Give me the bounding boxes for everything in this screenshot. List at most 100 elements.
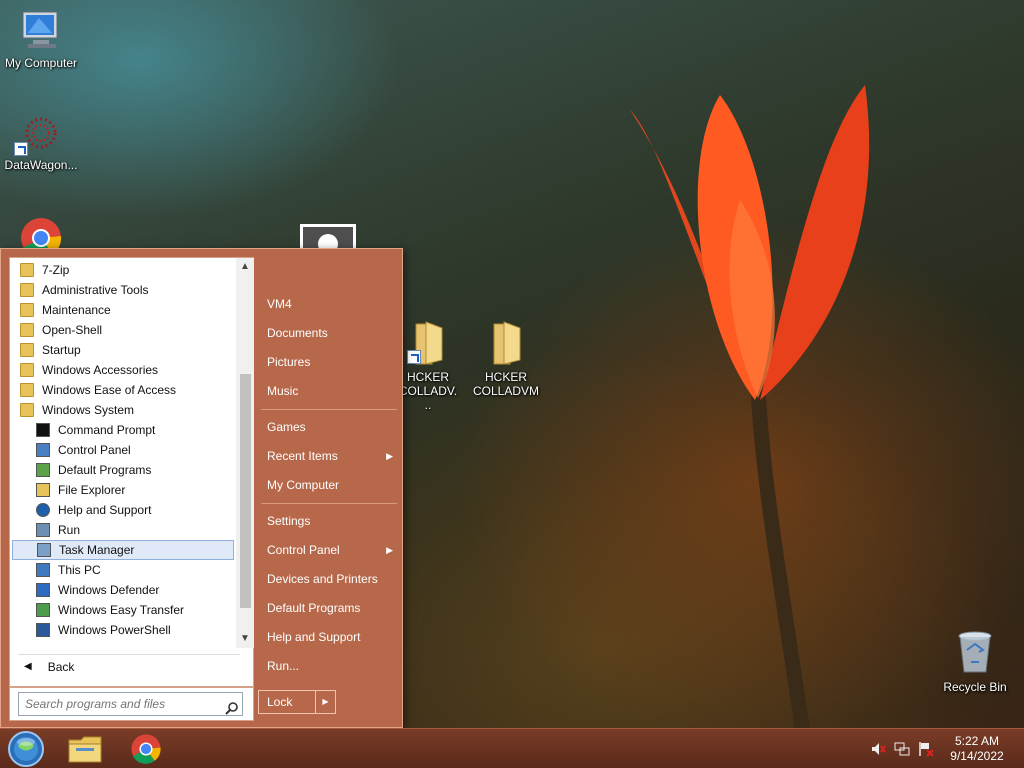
right-menu-item[interactable]: Settings [259, 508, 399, 534]
folder-icon [20, 383, 34, 397]
desktop-icon-label: DataWagon... [4, 158, 78, 172]
program-label: Open-Shell [42, 323, 103, 337]
right-menu-item[interactable]: Default Programs [259, 595, 399, 621]
volume-muted-icon[interactable] [870, 741, 886, 757]
lock-button[interactable]: Lock ▶ [258, 690, 336, 714]
clock[interactable]: 5:22 AM 9/14/2022 [942, 734, 1012, 764]
program-item[interactable]: Windows Accessories [12, 360, 234, 380]
program-item[interactable]: Command Prompt [12, 420, 234, 440]
submenu-arrow-icon: ▶ [386, 544, 393, 555]
program-item[interactable]: Task Manager [12, 540, 234, 560]
search-input[interactable] [18, 692, 243, 716]
taskbar-chrome[interactable] [130, 733, 164, 765]
scroll-down-icon[interactable]: ▼ [236, 630, 254, 648]
folder-icon [20, 363, 34, 377]
program-label: Windows Accessories [42, 363, 159, 377]
program-item[interactable]: Open-Shell [12, 320, 234, 340]
powershell-icon [36, 623, 50, 637]
right-menu-item[interactable]: Pictures [259, 349, 399, 375]
action-center-icon[interactable] [918, 741, 934, 757]
command-prompt-icon [36, 423, 50, 437]
help-icon [36, 503, 50, 517]
folder-icon [20, 403, 34, 417]
program-label: Default Programs [58, 463, 152, 477]
folder-icon [20, 323, 34, 337]
program-item[interactable]: File Explorer [12, 480, 234, 500]
program-item[interactable]: Windows PowerShell [12, 620, 234, 640]
folder-icon [20, 343, 34, 357]
lock-options-arrow-icon[interactable]: ▶ [315, 691, 335, 713]
right-menu-label: Games [267, 420, 306, 434]
taskbar-file-explorer[interactable] [66, 732, 104, 766]
right-menu-label: Help and Support [267, 630, 361, 644]
program-item[interactable]: Maintenance [12, 300, 234, 320]
program-item[interactable]: Administrative Tools [12, 280, 234, 300]
right-menu-item[interactable]: Devices and Printers [259, 566, 399, 592]
program-label: Windows PowerShell [58, 623, 171, 637]
file-explorer-icon [36, 483, 50, 497]
desktop-icon-hcker-colladvm[interactable]: HCKER COLLADVM [465, 320, 547, 398]
submenu-arrow-icon: ▶ [386, 450, 393, 461]
clock-date: 9/14/2022 [950, 749, 1004, 763]
right-menu-item[interactable]: Run... [259, 653, 399, 679]
search-box[interactable] [9, 687, 254, 721]
program-item[interactable]: Run [12, 520, 234, 540]
program-item[interactable]: Windows Defender [12, 580, 234, 600]
program-item[interactable]: Startup [12, 340, 234, 360]
program-item[interactable]: Default Programs [12, 460, 234, 480]
program-item[interactable]: Windows Easy Transfer [12, 600, 234, 620]
control-panel-icon [36, 443, 50, 457]
program-item[interactable]: This PC [12, 560, 234, 580]
desktop-icon-label: HCKER COLLADV... [398, 370, 458, 412]
right-menu-item[interactable]: Games [259, 414, 399, 440]
program-label: Help and Support [58, 503, 152, 517]
default-programs-icon [36, 463, 50, 477]
program-item[interactable]: Control Panel [12, 440, 234, 460]
search-icon[interactable] [225, 701, 239, 715]
program-label: Windows Defender [58, 583, 160, 597]
program-item[interactable]: Windows System [12, 400, 234, 420]
right-menu-item[interactable]: Recent Items ▶ [259, 443, 399, 469]
run-icon [36, 523, 50, 537]
right-menu-item[interactable]: Music [259, 378, 399, 404]
start-menu-right-pane: VM4 Documents Pictures Music Games Recent Ite… [259, 249, 399, 729]
right-menu-item[interactable]: VM4 [259, 291, 399, 317]
programs-list: 7-Zip Administrative Tools Maintenance Open… [9, 257, 254, 687]
back-button[interactable]: ◀ Back [18, 654, 240, 678]
right-menu-item[interactable]: Help and Support [259, 624, 399, 650]
scroll-thumb[interactable] [240, 374, 251, 608]
right-menu-item[interactable]: My Computer [259, 472, 399, 498]
program-item[interactable]: Help and Support [12, 500, 234, 520]
scroll-up-icon[interactable]: ▲ [236, 258, 254, 276]
folder-icon [20, 263, 34, 277]
right-menu-label: Documents [267, 326, 328, 340]
shortcut-arrow-icon [407, 350, 421, 364]
desktop-icon-datawagon[interactable]: DataWagon... [0, 112, 82, 172]
folder-icon [493, 321, 521, 365]
chrome-icon [131, 734, 161, 764]
program-label: Windows Ease of Access [42, 383, 177, 397]
right-menu-label: Pictures [267, 355, 311, 369]
right-menu-item[interactable]: Documents [259, 320, 399, 346]
program-label: Windows System [42, 403, 135, 417]
program-item[interactable]: Windows Ease of Access [12, 380, 234, 400]
this-pc-icon [36, 563, 50, 577]
network-icon[interactable] [894, 741, 910, 757]
menu-separator [261, 503, 397, 504]
right-menu-item[interactable]: Control Panel ▶ [259, 537, 399, 563]
program-label: File Explorer [58, 483, 126, 497]
desktop-icon-label: My Computer [4, 56, 78, 70]
desktop-icon-recycle-bin[interactable]: Recycle Bin [934, 630, 1016, 694]
program-item[interactable]: 7-Zip [12, 260, 234, 280]
programs-scrollbar[interactable]: ▲ ▼ [236, 258, 254, 648]
easy-transfer-icon [36, 603, 50, 617]
back-label: Back [47, 659, 75, 674]
folder-icon [20, 303, 34, 317]
file-explorer-icon [68, 736, 102, 763]
desktop-icon-chrome[interactable] [0, 216, 82, 259]
program-label: This PC [58, 563, 101, 577]
start-button[interactable] [6, 730, 46, 768]
program-label: Command Prompt [58, 423, 156, 437]
my-computer-icon [22, 11, 58, 48]
desktop-icon-my-computer[interactable]: My Computer [0, 10, 82, 70]
